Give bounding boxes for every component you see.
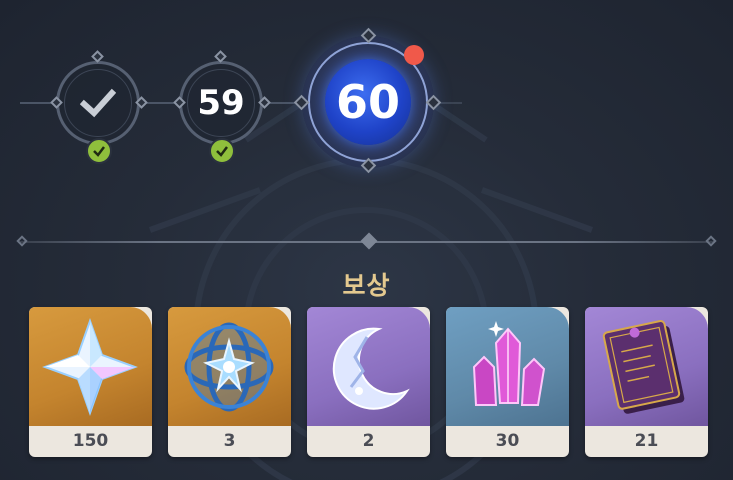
claimed-check-badge [86,138,112,164]
fate-orb-icon [184,322,274,412]
reward-count: 30 [495,431,520,451]
divider-center-ornament [360,232,378,250]
reward-count: 3 [223,431,236,451]
reward-item-moon-ore[interactable]: 2 [307,307,430,457]
reward-item-purple-crystal[interactable]: 30 [446,307,569,457]
primogem-icon [42,317,138,417]
rewards-list: 150 3 2 30 21 [29,307,709,457]
level-node-claimed-1[interactable] [56,61,140,145]
rewards-title: 보상 [342,271,391,300]
reward-item-exp-book[interactable]: 21 [585,307,708,457]
level-node-59[interactable]: 59 [179,61,263,145]
reward-count: 21 [634,431,659,451]
reward-count: 150 [72,431,109,451]
level-number: 59 [197,83,245,123]
claimed-check-badge [209,138,235,164]
moon-ore-icon [332,327,410,410]
checkmark-icon [80,88,116,118]
divider-end-left [16,235,28,247]
purple-crystal-icon [472,321,546,406]
divider-end-right [705,235,717,247]
exp-book-icon [602,320,685,414]
reward-count: 2 [362,431,375,451]
notification-dot [404,45,424,65]
level-track: 59 60 [0,0,733,190]
reward-item-primogem[interactable]: 150 [29,307,152,457]
reward-item-fate-orb[interactable]: 3 [168,307,291,457]
